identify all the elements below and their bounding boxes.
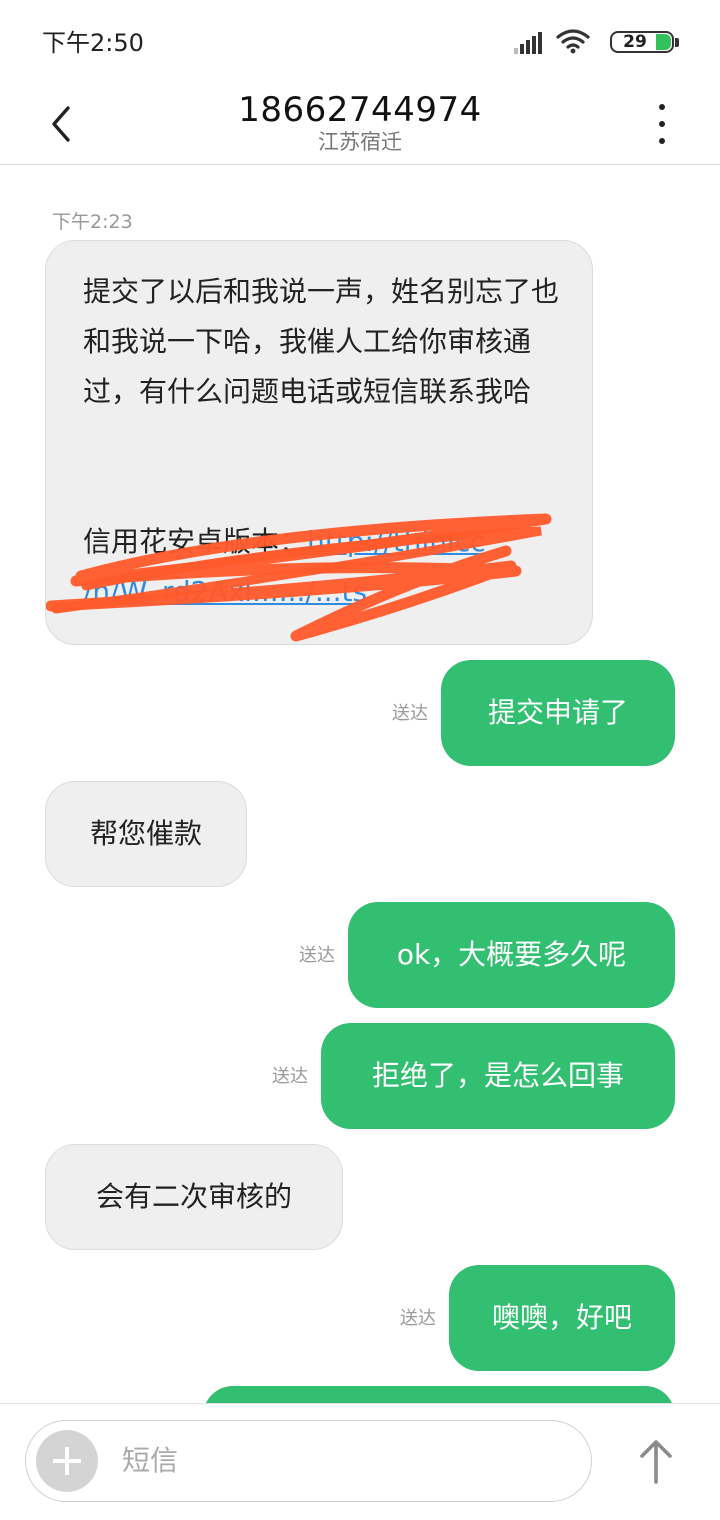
arrow-up-icon[interactable]: [632, 1432, 680, 1488]
contact-number: 18662744974: [238, 90, 482, 130]
more-options-button[interactable]: [644, 98, 680, 150]
outgoing-message[interactable]: 拒绝了，是怎么回事: [321, 1023, 675, 1129]
battery-indicator: 29: [610, 31, 674, 53]
battery-cap: [675, 38, 679, 47]
incoming-message[interactable]: 帮您催款: [45, 781, 247, 887]
status-time: 下午2:50: [42, 29, 144, 57]
messaging-screen: 下午2:50 29 18662744974 江苏宿迁 下午2:23 提交了以后和…: [0, 0, 720, 1520]
message-timestamp: 下午2:23: [52, 211, 133, 233]
incoming-message[interactable]: 提交了以后和我说一声，姓名别忘了也和我说一下哈，我催人工给你审核通过，有什么问题…: [45, 240, 593, 645]
status-icons: 29: [502, 28, 682, 58]
composer-divider: [0, 1403, 720, 1404]
wifi-icon: [556, 29, 590, 54]
outgoing-message[interactable]: 噢噢，好吧: [449, 1265, 675, 1371]
header-divider: [0, 164, 720, 165]
message-text: ok，大概要多久呢: [396, 938, 627, 971]
back-button[interactable]: [32, 94, 92, 154]
message-text: 帮您催款: [89, 817, 202, 850]
message-text: 会有二次审核的: [95, 1180, 292, 1213]
incoming-message[interactable]: 会有二次审核的: [45, 1144, 343, 1250]
contact-location: 江苏宿迁: [318, 130, 402, 154]
message-text: 拒绝了，是怎么回事: [371, 1059, 624, 1092]
delivery-status: 送达: [272, 1066, 308, 1087]
message-text: 噢噢，好吧: [491, 1301, 632, 1334]
delivery-status: 送达: [400, 1308, 436, 1329]
message-input-placeholder: 短信: [122, 1444, 179, 1477]
outgoing-message[interactable]: ok，大概要多久呢: [348, 902, 675, 1008]
redaction-scribble: [46, 513, 552, 642]
signal-icon: [514, 32, 544, 54]
plus-icon[interactable]: [36, 1430, 98, 1492]
message-input[interactable]: 短信: [25, 1420, 592, 1502]
delivery-status: 送达: [392, 703, 428, 724]
battery-level: 29: [623, 32, 647, 52]
message-text: 提交申请了: [487, 696, 628, 729]
outgoing-message[interactable]: 提交申请了: [441, 660, 675, 766]
delivery-status: 送达: [299, 945, 335, 966]
